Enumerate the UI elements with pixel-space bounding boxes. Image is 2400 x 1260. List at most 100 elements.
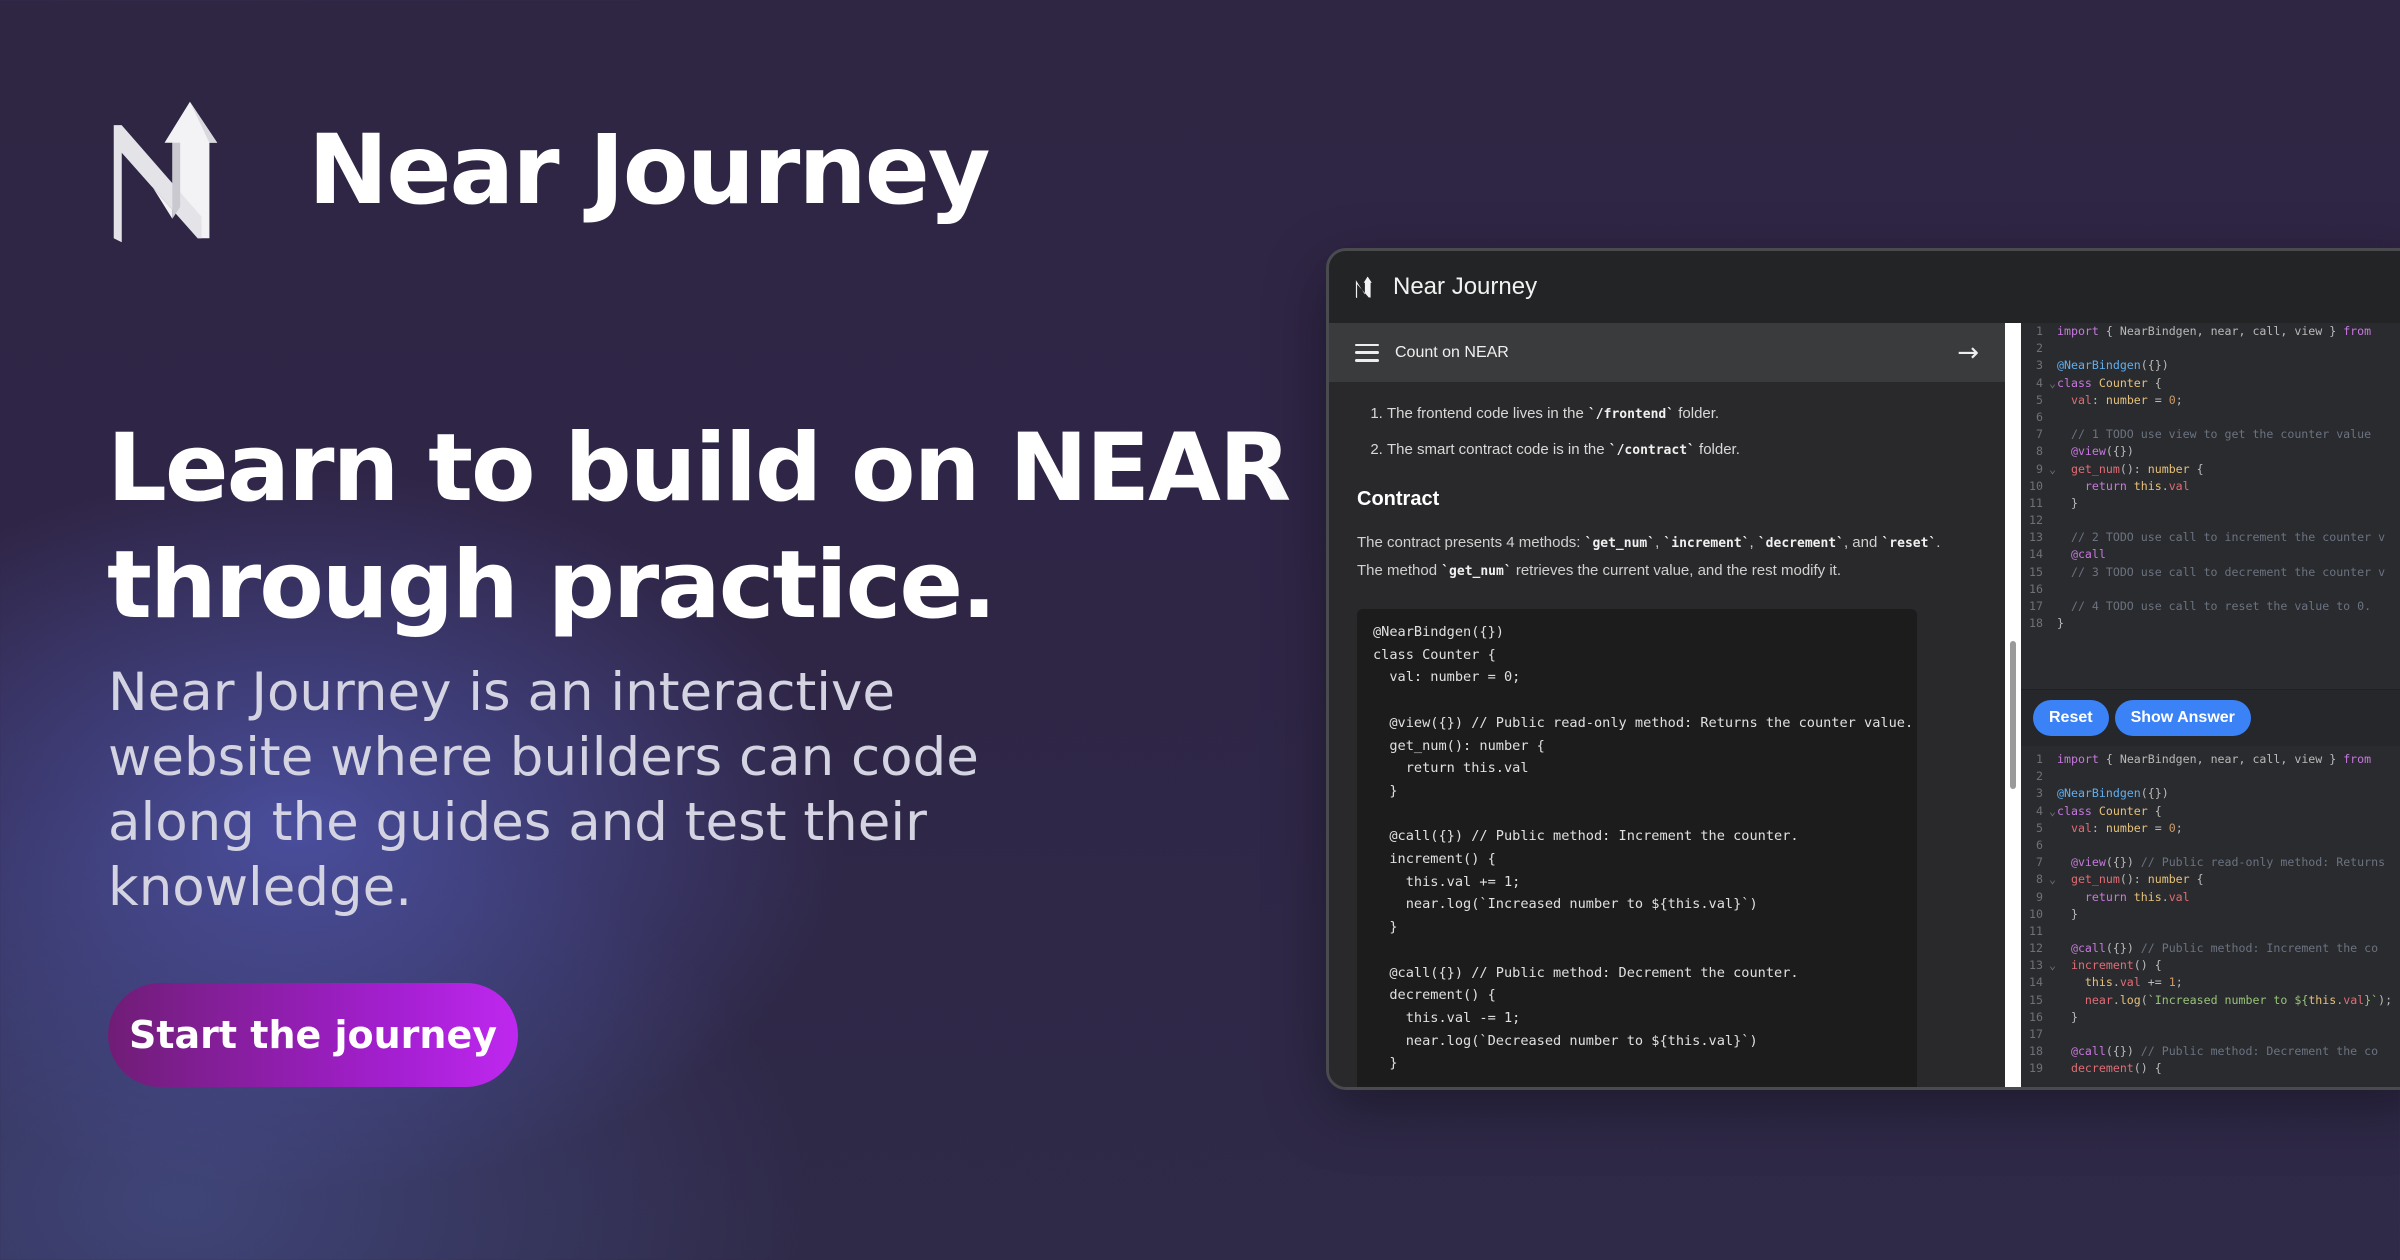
code-line: 10 return this. val — [2021, 478, 2400, 495]
line-number: 19 — [2029, 1061, 2043, 1076]
line-number: 15 — [2029, 564, 2043, 579]
fold-gutter — [2049, 768, 2057, 785]
code-line: 9 return this. val — [2021, 889, 2400, 906]
fold-gutter — [2049, 392, 2057, 409]
line-number: 13 — [2029, 958, 2043, 973]
code-token: : — [2091, 820, 2106, 835]
code-token: 0 — [2168, 820, 2176, 835]
code-token: get_num — [2070, 461, 2120, 476]
line-number: 1 — [2036, 324, 2043, 338]
pane-splitter[interactable] — [2005, 323, 2021, 1087]
fold-gutter — [2049, 340, 2057, 357]
code-token: = — [2147, 392, 2169, 407]
code-line: 2 — [2021, 768, 2400, 785]
line-number: 2 — [2036, 341, 2043, 356]
start-journey-button[interactable]: Start the journey — [108, 983, 518, 1087]
line-number: 16 — [2029, 581, 2043, 596]
code-token: // 1 TODO use view to get the counter va… — [2057, 427, 2372, 442]
code-line: 13 // 2 TODO use call to increment the c… — [2021, 529, 2400, 546]
code-token: // 4 TODO use call to reset the value to… — [2057, 599, 2372, 613]
code-token: from — [2343, 324, 2372, 338]
fold-chevron-icon[interactable]: ⌄ — [2049, 871, 2057, 888]
code-token: class — [2057, 375, 2099, 390]
code-line: 2 — [2021, 340, 2400, 357]
code-token: near — [2084, 992, 2113, 1007]
fold-gutter — [2049, 1009, 2057, 1026]
line-number: 4 — [2036, 375, 2043, 390]
near-logo-icon — [113, 101, 218, 243]
code-token: // 2 TODO use call to increment the coun… — [2057, 530, 2386, 545]
fold-gutter — [2049, 495, 2057, 512]
fold-gutter — [2049, 854, 2057, 871]
code-token: @view — [2070, 855, 2106, 870]
show-answer-button[interactable]: Show Answer — [2114, 700, 2251, 736]
scrollbar-thumb[interactable] — [2010, 641, 2016, 789]
line-number: 14 — [2029, 547, 2043, 562]
code-line: 6 — [2021, 837, 2400, 854]
reset-button[interactable]: Reset — [2033, 700, 2109, 736]
line-number: 12 — [2029, 941, 2043, 956]
line-number: 2 — [2036, 769, 2043, 784]
code-token: { NearBindgen, near, call, view } — [2105, 324, 2344, 338]
fold-gutter — [2049, 443, 2057, 460]
code-token: ({}) — [2105, 444, 2134, 459]
code-token: }` — [2364, 992, 2379, 1007]
fold-gutter — [2049, 837, 2057, 854]
line-number: 18 — [2029, 616, 2043, 631]
code-line: 16 — [2021, 581, 2400, 598]
code-line: 3 @NearBindgen({}) — [2021, 785, 2400, 802]
code-token: ({}) — [2140, 786, 2169, 801]
fold-gutter — [2049, 546, 2057, 563]
line-number: 8 — [2036, 444, 2043, 459]
code-line: 5 val: number = 0; — [2021, 820, 2400, 837]
line-number: 3 — [2036, 786, 2043, 801]
fold-chevron-icon[interactable]: ⌄ — [2049, 461, 2057, 478]
code-token: += — [2140, 975, 2169, 990]
line-number: 17 — [2029, 599, 2043, 613]
code-line: 16 } — [2021, 1009, 2400, 1026]
line-number: 10 — [2029, 906, 2043, 921]
code-editor-top[interactable]: 1 import { NearBindgen, near, call, view … — [2021, 323, 2400, 689]
fold-gutter — [2049, 1060, 2057, 1077]
line-number: 7 — [2036, 855, 2043, 870]
brand-name: Near Journey — [308, 114, 990, 226]
code-token: { — [2189, 461, 2204, 476]
code-token: } — [2057, 906, 2078, 921]
line-number: 5 — [2036, 392, 2043, 407]
line-number: 16 — [2029, 1009, 2043, 1024]
fold-gutter — [2049, 529, 2057, 546]
line-number: 10 — [2029, 478, 2043, 493]
fold-chevron-icon[interactable]: ⌄ — [2049, 803, 2057, 820]
code-editor-answer[interactable]: 1 import { NearBindgen, near, call, view … — [2021, 751, 2400, 1087]
code-line: 17 // 4 TODO use call to reset the value… — [2021, 598, 2400, 615]
code-token: val — [2168, 478, 2190, 493]
code-token: @call — [2070, 941, 2106, 956]
contract-description: The contract presents 4 methods: `get_nu… — [1357, 534, 1941, 579]
fold-chevron-icon[interactable]: ⌄ — [2049, 957, 2057, 974]
line-number: 15 — [2029, 992, 2043, 1007]
code-line: 15 near. log(`Increased number to ${this.… — [2021, 992, 2400, 1009]
menu-icon[interactable] — [1355, 343, 1379, 362]
lesson-title: Count on NEAR — [1395, 343, 1509, 361]
fold-gutter — [2049, 615, 2057, 632]
code-line: 5 val: number = 0; — [2021, 392, 2400, 409]
code-token: number — [2147, 461, 2190, 476]
arrow-right-icon[interactable]: → — [1957, 340, 1979, 366]
fold-gutter — [2049, 323, 2057, 340]
line-number: 12 — [2029, 513, 2043, 528]
fold-chevron-icon[interactable]: ⌄ — [2049, 375, 2057, 392]
line-number: 13 — [2029, 530, 2043, 545]
fold-gutter — [2049, 426, 2057, 443]
code-token: : — [2091, 392, 2106, 407]
app-title: Near Journey — [1393, 273, 1538, 300]
code-line: 3 @NearBindgen({}) — [2021, 357, 2400, 374]
code-token: . — [2112, 975, 2120, 990]
